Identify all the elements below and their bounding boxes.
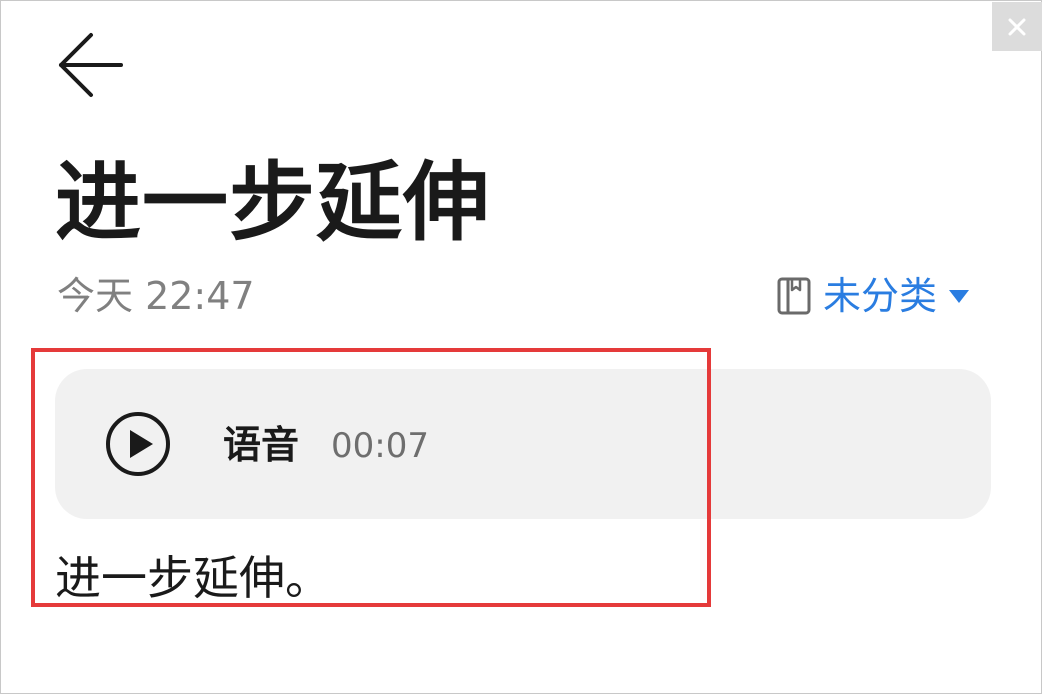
close-icon: [1008, 18, 1026, 35]
category-label: 未分类: [823, 274, 938, 318]
play-button[interactable]: [105, 411, 171, 477]
voice-attachment-card[interactable]: 语音 00:07: [55, 369, 991, 519]
back-button[interactable]: [55, 31, 127, 101]
voice-label: 语音: [223, 423, 300, 467]
close-button[interactable]: [992, 2, 1042, 51]
note-timestamp: 今天 22:47: [57, 274, 255, 318]
category-selector[interactable]: 未分类: [777, 271, 971, 321]
note-title[interactable]: 进一步延伸: [55, 151, 490, 255]
play-icon: [106, 412, 170, 476]
note-body-text[interactable]: 进一步延伸。: [55, 549, 331, 607]
caret-down-icon: [947, 286, 971, 306]
note-window: 进一步延伸 今天 22:47 未分类 语音 00:07 进一步延伸。: [0, 0, 1042, 694]
notebook-icon: [777, 277, 811, 315]
arrow-left-icon: [59, 33, 123, 97]
voice-duration: 00:07: [331, 426, 429, 466]
